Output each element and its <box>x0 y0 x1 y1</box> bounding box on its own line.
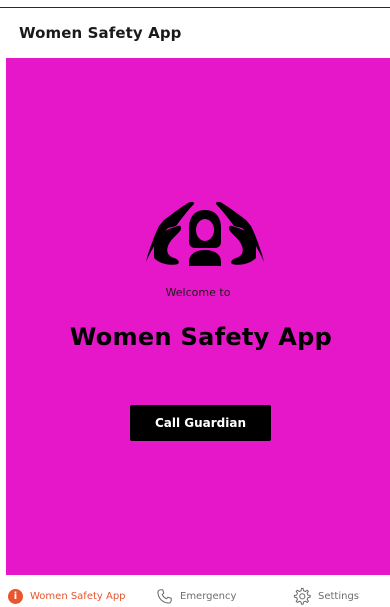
info-icon: i <box>8 588 23 604</box>
app-title: Women Safety App <box>69 323 333 351</box>
nav-item-women-safety-app[interactable]: i Women Safety App <box>8 585 126 607</box>
nav-item-label: Emergency <box>180 590 237 602</box>
gear-icon <box>293 587 311 605</box>
welcome-panel: Welcome to Women Safety App Call Guardia… <box>6 58 390 575</box>
app-header: Women Safety App <box>0 8 390 58</box>
welcome-text: Welcome to <box>165 286 231 299</box>
phone-icon <box>157 588 172 604</box>
nav-item-settings[interactable]: Settings <box>292 585 359 607</box>
nav-item-emergency[interactable]: Emergency <box>156 585 236 607</box>
nav-item-label: Women Safety App <box>30 590 126 602</box>
page-title: Women Safety App <box>19 24 182 42</box>
bottom-nav: i Women Safety App Emergency Settings <box>0 575 390 607</box>
call-guardian-button[interactable]: Call Guardian <box>130 405 271 441</box>
protected-woman-icon <box>146 201 264 266</box>
nav-item-label: Settings <box>318 590 360 602</box>
